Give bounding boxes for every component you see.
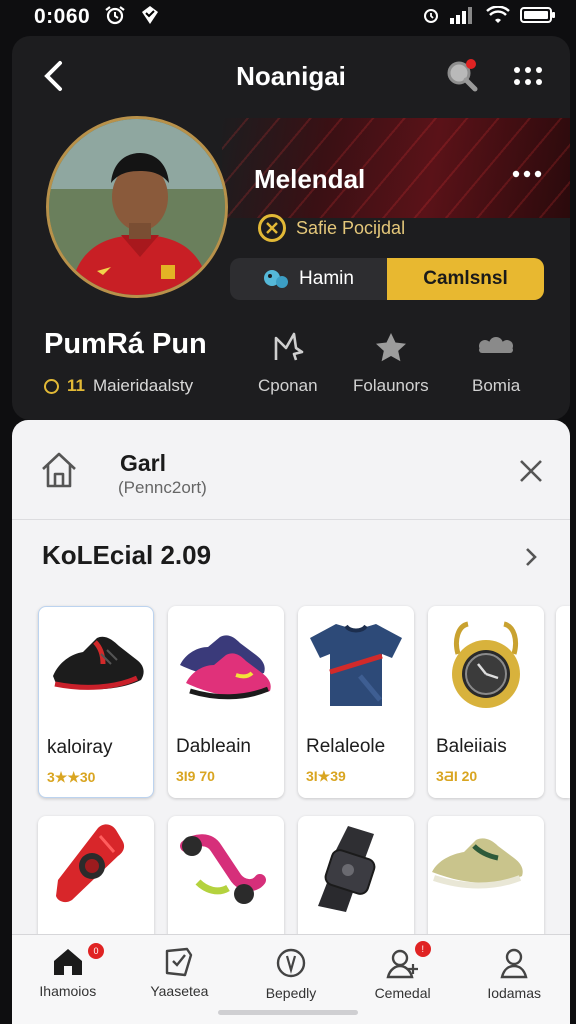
- product-price: 3★★30: [47, 769, 96, 785]
- toggle-option-2-label: Camlsnsl: [423, 268, 508, 289]
- substat-number: 11: [67, 376, 85, 395]
- alarm-small-icon: [422, 6, 440, 29]
- sneaker-olive-icon: [428, 816, 544, 911]
- rank-label: Safie Pocijdal: [296, 217, 406, 238]
- product-price: 3I9 70: [176, 768, 215, 784]
- stat-folaunors[interactable]: Folaunors: [353, 332, 429, 396]
- sheet-header: Garl (Pennc2ort): [12, 420, 570, 520]
- player-photo-icon: [49, 119, 225, 295]
- group-icon: [479, 337, 514, 353]
- substat-text: Maieridaalsty: [92, 376, 194, 395]
- star-icon: [375, 333, 406, 362]
- product-card[interactable]: [38, 816, 154, 946]
- pocket-watch-icon: [432, 614, 540, 714]
- product-name: kaloiray: [47, 737, 113, 758]
- nav-label-compass: Bepedly: [265, 985, 317, 1001]
- sparkle-icon: [274, 332, 304, 361]
- battery-icon: [520, 6, 556, 29]
- profile-name: Melendal: [254, 164, 366, 194]
- home-indicator: [218, 1010, 358, 1015]
- avatar[interactable]: [46, 116, 228, 298]
- nav-badge-people: !: [414, 941, 431, 957]
- smartwatch-icon: [298, 816, 414, 921]
- app-bar: Noanigai: [12, 36, 570, 116]
- product-card[interactable]: [298, 816, 414, 946]
- nav-item-profile[interactable]: Iodamas: [458, 935, 570, 1024]
- stat-label-bomia: Bomia: [472, 376, 521, 395]
- product-name: Baleiiais: [436, 736, 507, 757]
- nav-label-home: Ihamoios: [39, 983, 97, 999]
- chevron-right-icon: [526, 548, 537, 566]
- player-full-name: PumRá Pun: [44, 328, 207, 360]
- section-see-all-button[interactable]: [524, 546, 538, 573]
- back-arrow-icon: [44, 61, 62, 91]
- ring-icon: [44, 378, 59, 394]
- stat-cponan[interactable]: Cponan: [258, 332, 318, 396]
- signal-icon: [450, 6, 476, 29]
- more-grid-icon: [514, 67, 542, 85]
- sheet-home-button[interactable]: [40, 450, 78, 495]
- profile-more-button[interactable]: [512, 166, 542, 184]
- section-title: KoLEcial 2.09: [42, 540, 212, 570]
- status-time: 0:060: [34, 5, 91, 28]
- product-name: Dableain: [176, 736, 251, 757]
- product-name: Relaleole: [306, 736, 386, 757]
- app-screen: 0:060 Noanigai Melendal Safie Pocijdal H…: [0, 0, 576, 1024]
- nav-item-home[interactable]: 0 Ihamoios: [12, 935, 124, 1024]
- close-icon: [520, 460, 542, 482]
- product-card[interactable]: Baleiiais 3ƋI 20: [428, 606, 544, 798]
- compass-icon: [276, 948, 306, 978]
- search-button[interactable]: [442, 56, 482, 96]
- coin-icon: [258, 214, 286, 242]
- product-card[interactable]: [168, 816, 284, 946]
- wifi-icon: [486, 4, 510, 29]
- people-icon: [386, 949, 418, 979]
- search-icon: [447, 59, 478, 92]
- nav-label-profile: Iodamas: [487, 985, 542, 1001]
- stat-label-cponan: Cponan: [258, 376, 318, 395]
- more-dots-icon: [512, 170, 542, 178]
- sheet-close-button[interactable]: [518, 458, 544, 489]
- alarm-icon: [104, 5, 126, 30]
- toggle-option-1[interactable]: Hamin: [230, 258, 387, 300]
- profile-card: Noanigai Melendal Safie Pocijdal Hamin C…: [12, 36, 570, 420]
- nav-badge-home: 0: [88, 943, 104, 959]
- stat-label-folaunors: Folaunors: [353, 376, 429, 395]
- toggle-option-1-label: Hamin: [299, 268, 354, 289]
- stat-bomia[interactable]: Bomia: [472, 332, 520, 396]
- pink-skate-icon: [168, 816, 284, 921]
- nav-label-shield: Yaasetea: [150, 983, 209, 999]
- shield-check-icon: [166, 947, 193, 977]
- product-card[interactable]: Dableain 3I9 70: [168, 606, 284, 798]
- red-gadget-icon: [38, 816, 154, 921]
- product-card[interactable]: [428, 816, 544, 946]
- mode-toggle: Hamin Camlsnsl: [230, 258, 544, 300]
- sheet-title: Garl: [120, 450, 167, 476]
- sheet-subtitle: (Pennc2ort): [118, 478, 207, 497]
- player-substat: 11 Maieridaalsty: [44, 376, 193, 396]
- person-icon: [500, 948, 528, 979]
- grid-menu-button[interactable]: [508, 56, 548, 96]
- sneaker-black-icon: [43, 615, 151, 715]
- home-outline-icon: [42, 452, 76, 488]
- rank-row: Safie Pocijdal: [258, 214, 405, 242]
- product-card[interactable]: Relaleole 3I★39: [298, 606, 414, 798]
- toggle-option-2[interactable]: Camlsnsl: [387, 258, 544, 300]
- back-button[interactable]: [34, 56, 74, 96]
- product-card[interactable]: kaloiray 3★★30: [38, 606, 154, 798]
- nav-item-people[interactable]: ! Cemedal: [347, 935, 459, 1024]
- product-card-peek[interactable]: [556, 606, 570, 798]
- sneaker-pink-icon: [172, 614, 280, 714]
- product-price: 3ƋI 20: [436, 768, 478, 784]
- status-bar: 0:060: [0, 0, 576, 34]
- nav-label-people: Cemedal: [374, 985, 431, 1001]
- shield-status-icon: [140, 5, 160, 30]
- gamepad-icon: [264, 270, 289, 288]
- jersey-icon: [302, 614, 410, 714]
- home-icon: [53, 949, 82, 975]
- product-price: 3I★39: [306, 768, 346, 784]
